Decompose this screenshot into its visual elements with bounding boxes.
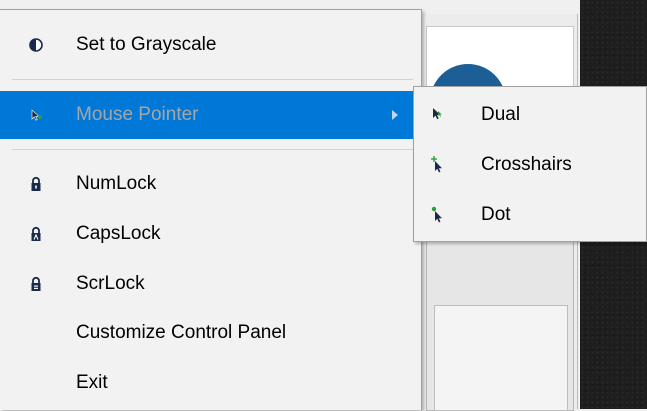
menu-item-set-to-grayscale[interactable]: Set to Grayscale xyxy=(0,22,419,68)
submenu-item-dot[interactable]: Dot xyxy=(414,190,646,240)
lock-icon xyxy=(28,226,44,242)
lock-icon xyxy=(28,276,44,292)
submenu-item-dual[interactable]: Dual xyxy=(414,90,646,140)
menu-item-customize-control-panel[interactable]: Customize Control Panel xyxy=(0,310,419,356)
dual-pointer-icon xyxy=(430,106,448,124)
dot-pointer-icon xyxy=(430,206,448,224)
mouse-pointer-submenu: Dual Crosshairs Dot xyxy=(413,86,647,242)
menu-item-mouse-pointer[interactable]: Mouse Pointer xyxy=(0,91,419,139)
submenu-item-label: Dot xyxy=(481,204,511,225)
cursor-arrow-icon xyxy=(28,107,44,123)
context-menu: Set to Grayscale Mouse Pointer NumLock C… xyxy=(0,9,422,410)
menu-item-exit[interactable]: Exit xyxy=(0,360,419,406)
submenu-item-label: Crosshairs xyxy=(481,154,572,175)
menu-item-label: Mouse Pointer xyxy=(76,104,199,125)
lock-icon xyxy=(28,176,44,192)
crosshairs-pointer-icon xyxy=(430,156,448,174)
menu-item-label: ScrLock xyxy=(76,273,145,294)
menu-item-scrlock[interactable]: ScrLock xyxy=(0,261,419,307)
contrast-icon xyxy=(28,37,44,53)
background-inner-box xyxy=(434,305,568,411)
menu-separator xyxy=(12,79,413,80)
menu-item-label: Set to Grayscale xyxy=(76,34,217,55)
menu-separator xyxy=(12,149,413,150)
menu-item-capslock[interactable]: CapsLock xyxy=(0,211,419,257)
submenu-arrow-icon xyxy=(392,110,398,120)
menu-item-numlock[interactable]: NumLock xyxy=(0,161,419,207)
menu-item-label: CapsLock xyxy=(76,223,161,244)
menu-item-label: Exit xyxy=(76,372,108,393)
menu-item-label: NumLock xyxy=(76,173,157,194)
submenu-item-crosshairs[interactable]: Crosshairs xyxy=(414,140,646,190)
menu-item-label: Customize Control Panel xyxy=(76,322,287,343)
submenu-item-label: Dual xyxy=(481,104,521,125)
